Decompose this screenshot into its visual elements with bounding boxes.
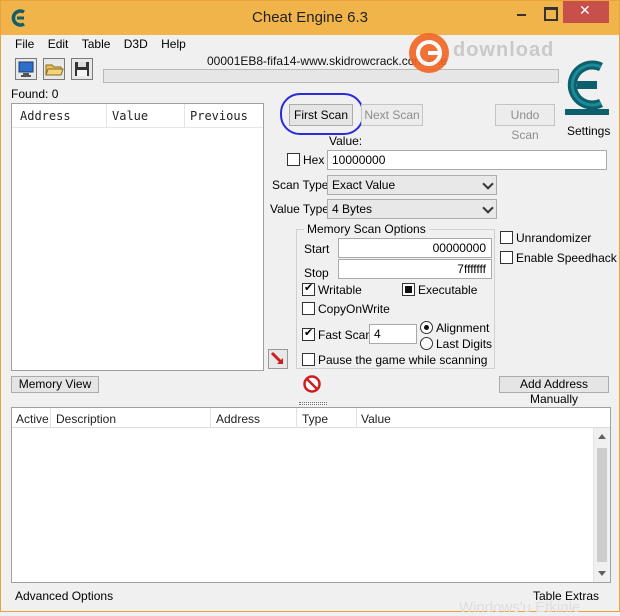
menu-table[interactable]: Table [82,37,111,51]
column-value[interactable]: Value [361,412,391,426]
column-address[interactable]: Address [216,412,260,426]
vertical-scrollbar[interactable] [593,428,610,582]
stop-address-input[interactable]: 7fffffff [338,259,492,279]
alignment-radio[interactable] [420,321,433,334]
unrandomizer-label: Unrandomizer [516,231,592,245]
fast-scan-label: Fast Scan [318,328,373,342]
unrandomizer-checkbox[interactable] [500,231,513,244]
start-address-input[interactable]: 00000000 [338,238,492,258]
hex-checkbox[interactable] [287,153,300,166]
speedhack-label: Enable Speedhack [516,251,617,265]
column-previous[interactable]: Previous [190,109,248,123]
scan-progress-bar [103,69,559,83]
download-watermark-logo [409,33,449,73]
open-process-button[interactable] [15,58,37,80]
column-address[interactable]: Address [20,109,71,123]
start-label: Start [304,242,330,256]
chevron-down-icon [482,178,494,190]
scan-type-label: Scan Type [272,178,329,192]
copyonwrite-checkbox[interactable] [302,302,315,315]
stop-label: Stop [304,266,329,280]
scan-results-header: Address Value Previous [12,104,263,128]
activate-windows-watermark: Windows'u Etkinle [459,599,581,616]
highlight-circle [280,93,364,135]
scan-type-value: Exact Value [332,178,396,192]
executable-checkbox[interactable] [402,283,415,296]
last-digits-radio[interactable] [420,337,433,350]
alignment-label: Alignment [436,321,490,335]
address-list-header: Active Description Address Type Value [12,408,610,428]
column-value[interactable]: Value [112,109,148,123]
column-separator [356,408,357,428]
fast-scan-checkbox[interactable] [302,326,315,341]
pause-game-checkbox[interactable] [302,353,315,366]
stop-icon[interactable] [303,375,321,393]
menu-bar: File Edit Table D3D Help [15,37,196,53]
scroll-up-arrow-icon[interactable] [598,434,606,439]
column-separator [184,104,185,128]
writable-label: Writable [318,283,362,297]
add-selected-to-list-button[interactable] [268,349,288,369]
memory-view-button[interactable]: Memory View [11,376,99,393]
found-count: Found: 0 [11,87,59,101]
column-active[interactable]: Active [16,412,49,426]
panel-splitter-handle[interactable] [299,402,327,405]
value-input[interactable]: 10000000 [327,150,607,170]
scan-type-select[interactable]: Exact Value [327,175,497,195]
value-type-select[interactable]: 4 Bytes [327,199,497,219]
chevron-down-icon [482,202,494,214]
next-scan-button[interactable]: Next Scan [361,104,423,126]
column-description[interactable]: Description [56,412,116,426]
menu-d3d[interactable]: D3D [124,37,148,51]
red-arrow-icon [270,351,284,365]
add-address-manually-button[interactable]: Add Address Manually [499,376,609,406]
cheat-engine-logo-icon[interactable] [561,55,613,119]
settings-link[interactable]: Settings [567,124,610,138]
floppy-disk-icon [75,62,89,76]
menu-help[interactable]: Help [161,37,186,51]
menu-file[interactable]: File [15,37,34,51]
column-separator [50,408,51,428]
minimize-button[interactable] [507,1,535,23]
value-label: Value: [329,134,363,148]
folder-open-icon [45,64,64,76]
undo-scan-button[interactable]: Undo Scan [495,104,555,142]
maximize-button[interactable] [535,1,563,23]
save-button[interactable] [71,58,93,80]
fast-scan-input[interactable]: 4 [369,324,417,344]
copyonwrite-label: CopyOnWrite [318,302,390,316]
close-button[interactable] [563,1,609,23]
column-separator [210,408,211,428]
executable-label: Executable [418,283,478,297]
pause-game-label: Pause the game while scanning [318,353,488,367]
advanced-options-link[interactable]: Advanced Options [15,589,113,603]
title-bar[interactable]: Cheat Engine 6.3 [1,1,619,35]
cheat-engine-window: Cheat Engine 6.3 File Edit Table D3D Hel… [0,0,620,616]
writable-checkbox[interactable] [302,281,315,296]
watermark-text: download [453,39,555,61]
memory-scan-options-title: Memory Scan Options [304,222,429,236]
menu-edit[interactable]: Edit [48,37,69,51]
address-list[interactable]: Active Description Address Type Value [11,407,611,583]
hex-label: Hex [303,153,325,167]
value-type-value: 4 Bytes [332,202,373,216]
speedhack-checkbox[interactable] [500,251,513,264]
column-type[interactable]: Type [302,412,328,426]
last-digits-label: Last Digits [436,337,493,351]
column-separator [296,408,297,428]
scrollbar-thumb[interactable] [597,448,607,562]
scan-results-list[interactable]: Address Value Previous [11,103,264,371]
open-file-button[interactable] [43,58,65,80]
column-separator [106,104,107,128]
value-type-label: Value Type [270,202,329,216]
scroll-down-arrow-icon[interactable] [598,571,606,576]
computer-monitor-icon [18,61,34,77]
